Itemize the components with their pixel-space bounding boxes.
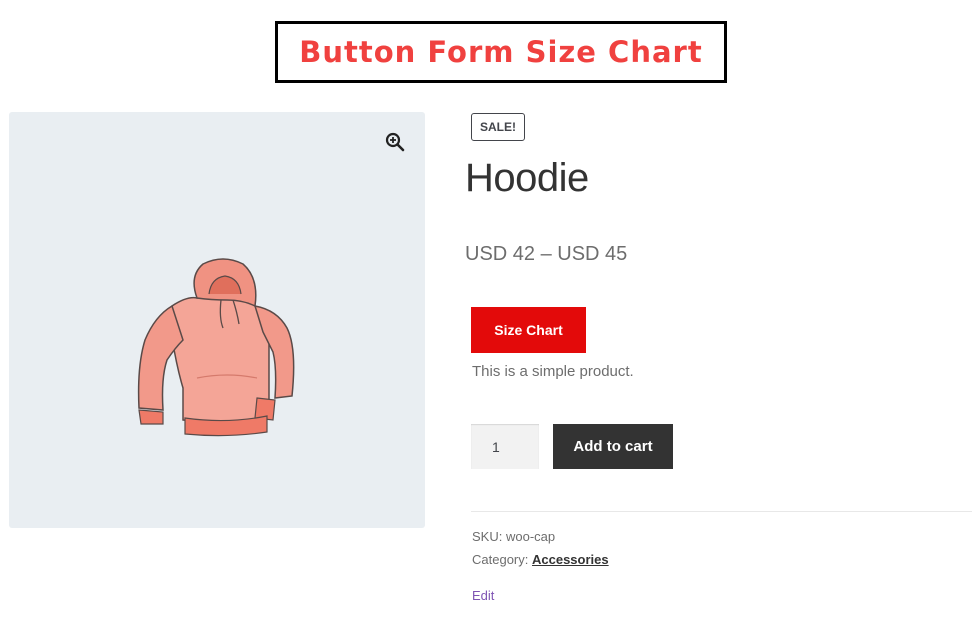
page-banner: Button Form Size Chart xyxy=(275,21,727,83)
divider xyxy=(471,511,972,512)
hoodie-image[interactable] xyxy=(127,248,297,440)
quantity-input[interactable] xyxy=(471,424,539,469)
sale-badge: SALE! xyxy=(471,113,525,141)
short-description: This is a simple product. xyxy=(472,363,634,380)
category-link[interactable]: Accessories xyxy=(532,552,609,567)
zoom-in-icon[interactable] xyxy=(385,132,405,152)
product-summary: SALE! Hoodie USD 42 – USD 45 Size Chart … xyxy=(465,112,972,622)
size-chart-button[interactable]: Size Chart xyxy=(471,307,586,353)
category-row: Category: Accessories xyxy=(472,552,609,567)
add-to-cart-button[interactable]: Add to cart xyxy=(553,424,673,469)
edit-link[interactable]: Edit xyxy=(472,588,494,603)
product-price: USD 42 – USD 45 xyxy=(465,243,628,265)
banner-title: Button Form Size Chart xyxy=(299,35,703,69)
sku-row: SKU: woo-cap xyxy=(472,529,555,544)
product-title: Hoodie xyxy=(465,156,589,200)
product-gallery xyxy=(9,112,425,528)
sku-label: SKU: xyxy=(472,529,503,544)
sku-value: woo-cap xyxy=(505,529,556,544)
category-label: Category: xyxy=(472,552,529,567)
